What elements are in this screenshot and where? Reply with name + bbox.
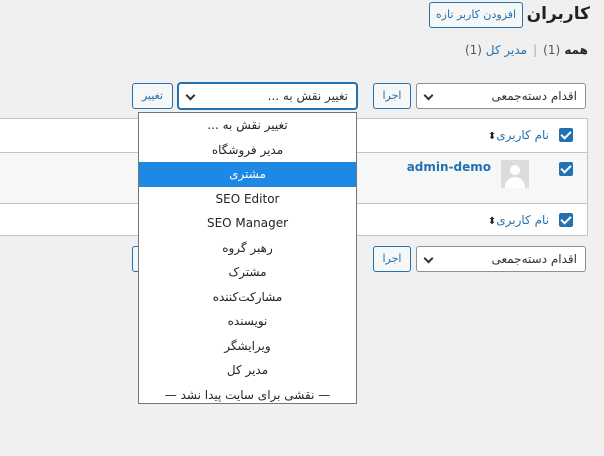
bulk-action-select-bottom[interactable]: اقدام دسته‌جمعی (416, 246, 586, 272)
bulk-action-value: اقدام دسته‌جمعی (491, 252, 577, 266)
username-column-footer[interactable]: نام کاربری⬍ (484, 213, 549, 227)
select-all-checkbox-top[interactable] (559, 128, 573, 142)
default-avatar-icon (501, 160, 529, 188)
change-role-dropdown-list[interactable]: تغییر نقش به ... مدیر فروشگاه مشتری SEO … (138, 112, 357, 404)
role-option-highlighted[interactable]: مشتری (139, 162, 356, 187)
chevron-down-icon (185, 90, 196, 101)
view-admin-label: مدیر کل (485, 43, 528, 57)
role-option[interactable]: مشارکت‌کننده (139, 285, 356, 310)
apply-button-bottom[interactable]: اجرا (373, 246, 411, 272)
row-checkbox[interactable] (559, 162, 573, 176)
select-all-checkbox-bottom[interactable] (559, 213, 573, 227)
role-option[interactable]: نویسنده (139, 309, 356, 334)
chevron-down-icon (423, 253, 434, 264)
role-option[interactable]: مشترک (139, 260, 356, 285)
views-filter: همه (1) | مدیر کل (1) (465, 43, 588, 57)
role-option[interactable]: ویرایشگر (139, 334, 356, 359)
view-all-count: (1) (543, 43, 561, 57)
role-option[interactable]: SEO Manager (139, 211, 356, 236)
view-admin-count: (1) (464, 43, 482, 57)
role-option[interactable]: مدیر فروشگاه (139, 138, 356, 163)
bulk-action-value: اقدام دسته‌جمعی (491, 89, 577, 103)
change-role-select[interactable]: تغییر نقش به ... (178, 83, 357, 109)
username-header-label: نام کاربری (496, 128, 549, 142)
role-option[interactable]: — نقشی برای سایت پیدا نشد — (139, 383, 356, 408)
view-admin-link[interactable]: مدیر کل (1) (465, 43, 527, 57)
role-option[interactable]: تغییر نقش به ... (139, 113, 356, 138)
change-role-button[interactable]: تغییر (132, 83, 173, 109)
chevron-down-icon (423, 90, 434, 101)
change-role-value: تغییر نقش به ... (267, 89, 348, 103)
add-new-user-button[interactable]: افزودن کاربر تازه (429, 2, 523, 28)
bulk-action-select-top[interactable]: اقدام دسته‌جمعی (416, 83, 586, 109)
role-option[interactable]: SEO Editor (139, 187, 356, 212)
username-link[interactable]: admin-demo (407, 160, 491, 174)
view-all-label: همه (564, 43, 588, 57)
username-column-header[interactable]: نام کاربری⬍ (484, 128, 549, 142)
username-footer-label: نام کاربری (496, 213, 549, 227)
role-option[interactable]: رهبر گروه (139, 236, 356, 261)
apply-button-top[interactable]: اجرا (373, 83, 411, 109)
views-separator: | (533, 43, 538, 57)
sort-icon: ⬍ (487, 216, 497, 227)
sort-icon: ⬍ (487, 131, 497, 142)
view-all-link[interactable]: همه (1) (543, 43, 588, 57)
role-option[interactable]: مدیر کل (139, 358, 356, 383)
page-title: کاربران (526, 4, 590, 24)
